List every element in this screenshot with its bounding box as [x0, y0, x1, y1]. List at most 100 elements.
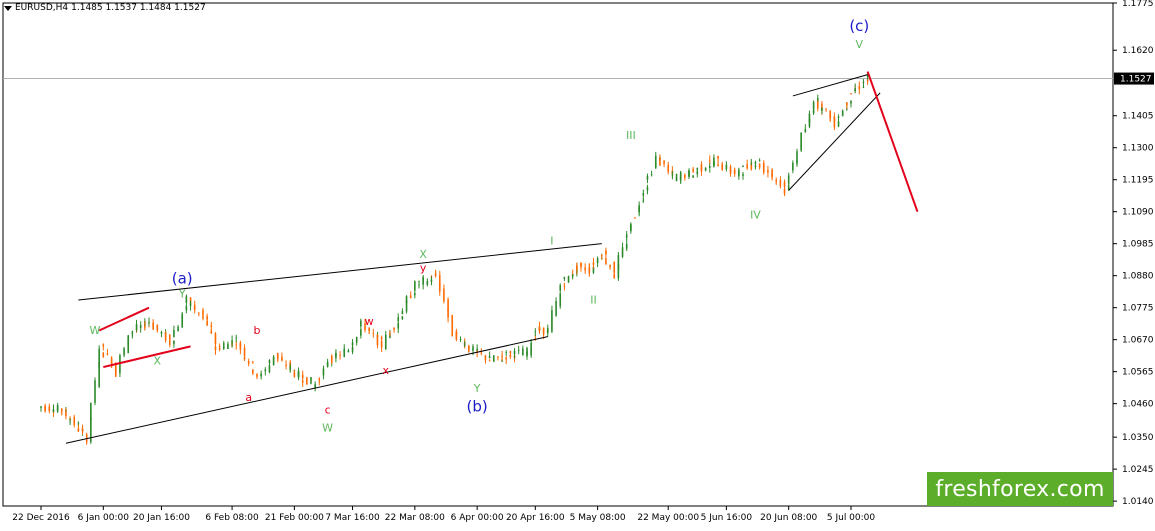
candle-body [750, 163, 753, 165]
candle-body [414, 292, 416, 296]
candle-body [563, 285, 566, 287]
brand-logo: freshforex.com [927, 472, 1113, 506]
candle-body [210, 325, 213, 327]
candle-body [443, 288, 445, 302]
candle-body [69, 421, 71, 423]
candle-body [455, 331, 458, 336]
wave-label: I [550, 234, 553, 247]
candle-body [85, 439, 88, 442]
candle-body [692, 168, 694, 172]
candle-body [837, 121, 840, 127]
candle-body [526, 347, 528, 355]
candle-body [563, 277, 566, 279]
candle-body [272, 356, 275, 360]
wave-label: II [590, 294, 597, 307]
x-tick-label: 21 Feb 00:00 [265, 513, 324, 523]
candle-body [48, 406, 51, 411]
candle-body [40, 407, 42, 408]
candle-body [654, 155, 657, 164]
candle-body [285, 364, 287, 367]
candle-body [546, 328, 549, 334]
candle-body [696, 171, 699, 175]
candle-body [484, 359, 487, 361]
candle-body [189, 303, 192, 306]
candle-body [692, 175, 694, 178]
candle-body [862, 82, 865, 83]
candle-body [380, 340, 383, 348]
candle-body [488, 360, 491, 362]
wave-label: c [325, 403, 331, 416]
candle-body [81, 428, 84, 432]
candle-body [613, 261, 616, 273]
candle-body [198, 312, 200, 314]
x-tick-label: 6 Feb 08:00 [205, 513, 259, 523]
candle-body [792, 162, 794, 171]
wave-label: V [856, 38, 864, 51]
candle-body [509, 351, 512, 354]
y-tick-label: 1.0670 [1122, 336, 1154, 346]
candle-body [114, 368, 117, 377]
candle-body [414, 281, 416, 291]
candle-body [181, 314, 184, 319]
candle-body [330, 355, 333, 363]
candle-body [796, 151, 798, 162]
candle-body [243, 347, 246, 356]
candle-body [480, 352, 483, 354]
candle-body [384, 334, 387, 345]
wave-label: IV [750, 208, 761, 221]
y-tick-label: 1.1090 [1122, 208, 1154, 218]
candle-body [77, 423, 80, 425]
wave-label: w [365, 315, 374, 328]
candle-body [173, 330, 175, 337]
dropdown-triangle-icon[interactable] [4, 5, 12, 11]
candle-body [717, 155, 719, 159]
candle-body [742, 165, 744, 167]
candle-body [667, 164, 670, 171]
y-tick-label: 1.0880 [1122, 272, 1154, 282]
candle-body [700, 164, 703, 170]
candle-body [837, 116, 840, 118]
candle-body [625, 234, 628, 238]
candle-body [530, 342, 532, 351]
candle-body [862, 87, 865, 89]
candle-body [397, 322, 400, 329]
candle-body [729, 170, 732, 174]
candle-body [401, 311, 404, 315]
candle-body [513, 350, 516, 355]
candle-body [501, 355, 503, 357]
chart-header: EURUSD,H4 1.1485 1.1537 1.1484 1.1527 [4, 3, 206, 13]
candle-body [600, 255, 603, 256]
candle-body [252, 369, 254, 374]
candle-body [364, 328, 366, 330]
candle-body [846, 102, 848, 106]
candle-body [472, 349, 474, 351]
x-tick-label: 22 Dec 2016 [12, 513, 70, 523]
candle-body [833, 116, 836, 128]
candle-body [812, 109, 815, 114]
candle-body [783, 188, 786, 194]
candle-body [642, 193, 645, 196]
candle-body [488, 356, 491, 359]
wave-label: x [383, 364, 390, 377]
candle-body [559, 285, 562, 291]
candle-body [156, 324, 159, 331]
candle-body [758, 160, 761, 162]
candle-body [297, 372, 300, 377]
candle-body [106, 353, 109, 355]
candle-body [634, 217, 636, 219]
candle-body [505, 357, 508, 360]
candle-body [355, 337, 358, 343]
candle-body [459, 339, 462, 340]
channel-line [78, 243, 602, 301]
candle-body [281, 357, 283, 361]
candle-body [592, 262, 595, 265]
candle-body [825, 108, 827, 110]
candle-body [451, 315, 454, 322]
candle-body [713, 157, 715, 165]
wave-label: y [420, 262, 427, 275]
y-tick-label: 1.1620 [1122, 46, 1154, 56]
candle-body [202, 315, 204, 319]
candle-body [397, 317, 400, 321]
candle-body [268, 360, 271, 363]
candle-body [98, 348, 100, 369]
